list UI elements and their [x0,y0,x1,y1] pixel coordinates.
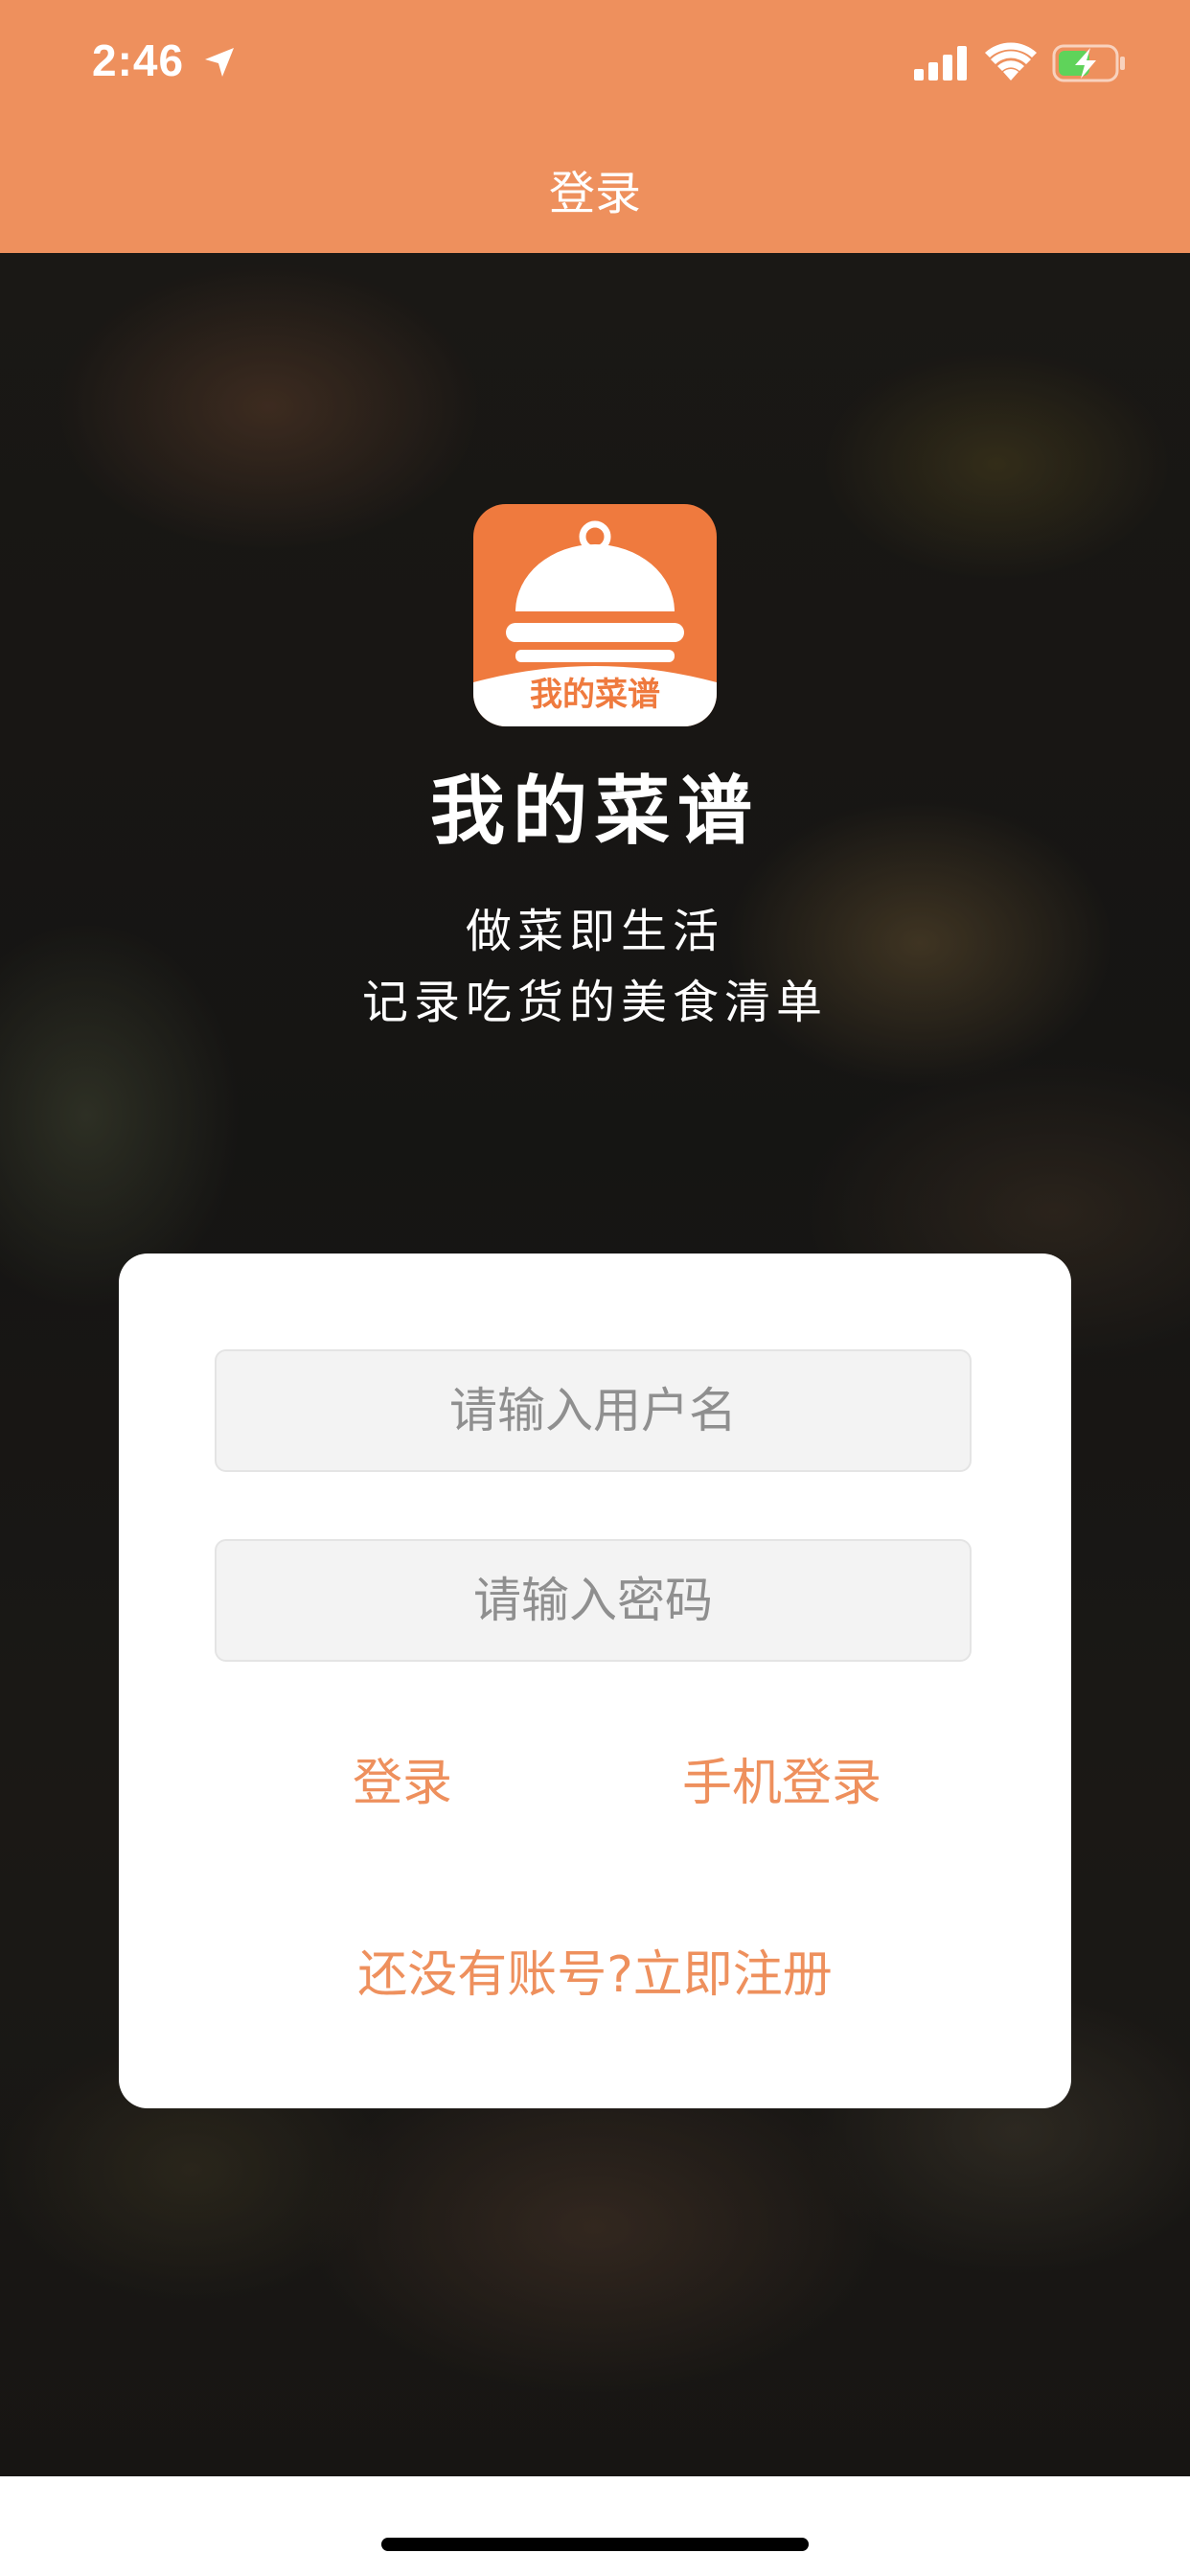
app-logo: 我的菜谱 [473,504,717,726]
phone-login-button[interactable]: 手机登录 [682,1742,881,1814]
login-button[interactable]: 登录 [353,1742,452,1814]
home-indicator[interactable] [381,2538,809,2551]
password-input[interactable] [215,1539,972,1662]
slogan-line-2: 记录吃货的美食清单 [361,976,828,1029]
location-arrow-icon [205,48,234,77]
slogan-line-1: 做菜即生活 [465,905,724,958]
nav-title: 登录 [548,167,641,220]
wifi-icon [985,42,1037,80]
login-card: 登录 手机登录 还没有账号?立即注册 [119,1254,1071,2108]
home-indicator-area [0,2476,1190,2576]
status-bar: 2:46 登录 [0,0,1190,253]
username-input[interactable] [215,1349,972,1472]
register-link[interactable]: 还没有账号?立即注册 [119,1934,1071,2006]
app-name: 我的菜谱 [429,769,760,855]
status-time: 2:46 [92,35,185,85]
signal-icon [914,46,967,80]
logo-text: 我的菜谱 [530,676,660,714]
battery-charging-icon [1052,44,1125,82]
